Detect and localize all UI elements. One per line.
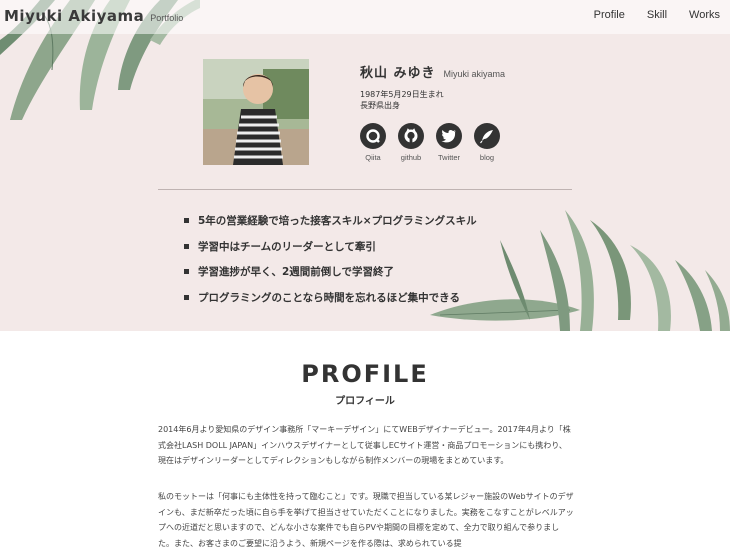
profile-paragraph-1: 2014年6月より愛知県のデザイン事務所「マーキーデザイン」にてWEBデザイナー… bbox=[158, 425, 571, 465]
profile-photo bbox=[203, 59, 309, 165]
site-header: Miyuki Akiyama Portfolio Profile Skill W… bbox=[0, 0, 730, 34]
birth-date: 1987年5月29日生まれ bbox=[360, 90, 444, 99]
main-nav: Profile Skill Works bbox=[594, 9, 720, 21]
social-links: Qiita github Twitter blog bbox=[360, 123, 500, 162]
profile-section-subtitle: プロフィール bbox=[335, 396, 395, 407]
profile-section-title: PROFILE bbox=[301, 360, 429, 388]
social-label-qiita: Qiita bbox=[365, 153, 381, 162]
profile-name: 秋山 みゆき Miyuki akiyama bbox=[360, 62, 505, 81]
highlight-item: プログラミングのことなら時間を忘れるほど集中できる bbox=[184, 285, 477, 311]
hero-section: Miyuki Akiyama Portfolio Profile Skill W… bbox=[0, 0, 730, 331]
social-link-blog[interactable]: blog bbox=[474, 123, 500, 162]
social-label-twitter: Twitter bbox=[437, 153, 461, 162]
nav-link-profile[interactable]: Profile bbox=[594, 9, 625, 21]
highlight-text: 5年の営業経験で培った接客スキル×プログラミングスキル bbox=[198, 215, 477, 228]
highlight-item: 5年の営業経験で培った接客スキル×プログラミングスキル bbox=[184, 208, 477, 234]
social-link-qiita[interactable]: Qiita bbox=[360, 123, 386, 162]
qiita-icon bbox=[360, 123, 386, 149]
quill-icon bbox=[474, 123, 500, 149]
social-label-github: github bbox=[400, 153, 422, 162]
highlight-item: 学習進捗が早く、2週間前倒しで学習終了 bbox=[184, 259, 477, 285]
social-label-blog: blog bbox=[479, 153, 495, 162]
nav-link-skill[interactable]: Skill bbox=[647, 9, 667, 21]
brand-name: Miyuki Akiyama bbox=[4, 7, 145, 25]
bullet-icon bbox=[184, 269, 189, 275]
brand[interactable]: Miyuki Akiyama Portfolio bbox=[4, 7, 183, 25]
bullet-icon bbox=[184, 243, 189, 249]
profile-paragraph-2: 私のモットーは「何事にも主体性を持って臨むこと」です。現職で担当している某レジャ… bbox=[158, 492, 574, 548]
highlight-item: 学習中はチームのリーダーとして牽引 bbox=[184, 234, 477, 260]
hometown: 長野県出身 bbox=[360, 101, 400, 110]
social-link-twitter[interactable]: Twitter bbox=[436, 123, 462, 162]
highlight-list: 5年の営業経験で培った接客スキル×プログラミングスキル 学習中はチームのリーダー… bbox=[184, 208, 477, 310]
brand-subtitle: Portfolio bbox=[150, 13, 184, 23]
bullet-icon bbox=[184, 294, 189, 300]
name-english: Miyuki akiyama bbox=[443, 69, 506, 79]
social-link-github[interactable]: github bbox=[398, 123, 424, 162]
section-divider bbox=[158, 189, 572, 190]
name-japanese: 秋山 みゆき bbox=[360, 66, 436, 81]
github-icon bbox=[398, 123, 424, 149]
nav-link-works[interactable]: Works bbox=[689, 9, 720, 21]
highlight-text: 学習進捗が早く、2週間前倒しで学習終了 bbox=[198, 266, 394, 279]
highlight-text: プログラミングのことなら時間を忘れるほど集中できる bbox=[198, 291, 460, 304]
twitter-icon bbox=[436, 123, 462, 149]
highlight-text: 学習中はチームのリーダーとして牽引 bbox=[198, 240, 376, 253]
bullet-icon bbox=[184, 218, 189, 224]
